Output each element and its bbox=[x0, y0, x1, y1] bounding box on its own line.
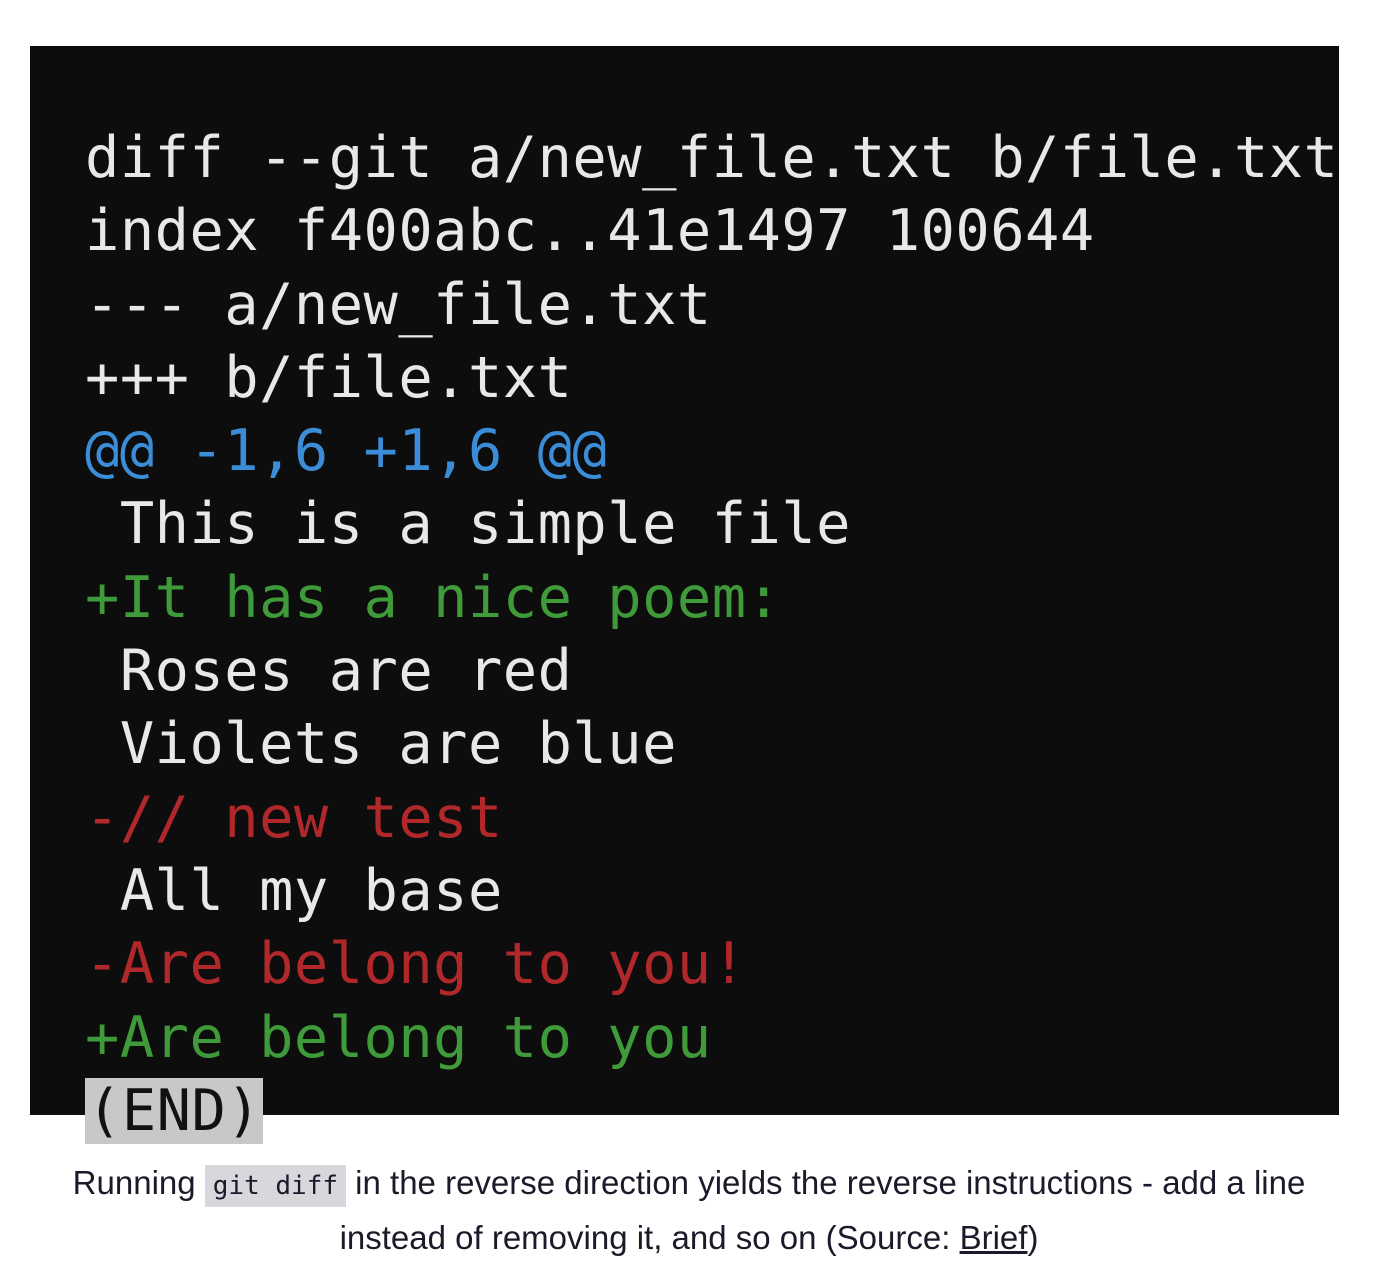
inline-code: git diff bbox=[204, 1165, 347, 1207]
context-line: Roses are red bbox=[85, 638, 573, 705]
diff-line: --- a/new_file.txt bbox=[85, 271, 712, 338]
caption-text: ) bbox=[1027, 1219, 1039, 1256]
end-marker: (END) bbox=[85, 1077, 264, 1144]
removed-line: -// new test bbox=[85, 784, 503, 851]
caption-text: in the reverse direction yields the reve… bbox=[339, 1164, 1306, 1256]
source-link[interactable]: Brief bbox=[960, 1219, 1028, 1256]
added-line: +It has a nice poem: bbox=[85, 564, 782, 631]
diff-output: diff --git a/new_file.txt b/file.txt inde… bbox=[85, 122, 1338, 1148]
context-line: All my base bbox=[85, 857, 503, 924]
hunk-header: @@ -1,6 +1,6 @@ bbox=[85, 418, 608, 485]
terminal-screenshot: diff --git a/new_file.txt b/file.txt inde… bbox=[30, 46, 1339, 1144]
diff-line: diff --git a/new_file.txt b/file.txt bbox=[85, 125, 1339, 191]
context-line: This is a simple file bbox=[85, 491, 851, 558]
removed-line: -Are belong to you! bbox=[85, 931, 747, 998]
diff-line: +++ b/file.txt bbox=[85, 344, 573, 411]
figure-caption: Running git diff in the reverse directio… bbox=[20, 1157, 1358, 1264]
added-line: +Are belong to you bbox=[85, 1004, 712, 1071]
context-line: Violets are blue bbox=[85, 711, 677, 778]
caption-text: Running bbox=[72, 1164, 205, 1201]
diff-line: index f400abc..41e1497 100644 bbox=[85, 198, 1095, 265]
